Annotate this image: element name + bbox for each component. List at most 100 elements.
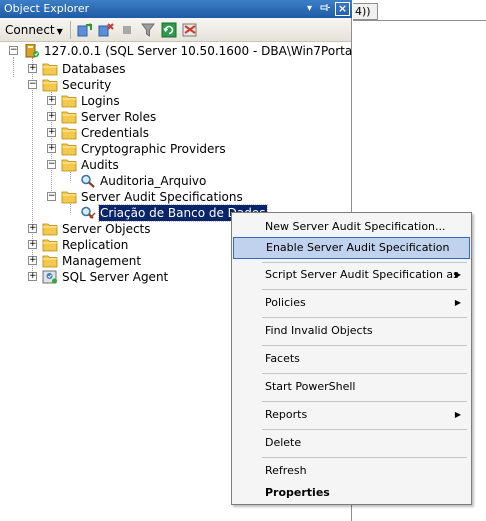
menu-item-label: Reports xyxy=(265,408,308,421)
document-tab[interactable]: 4)) xyxy=(353,3,378,20)
folder-icon xyxy=(61,142,77,156)
window-position-dropdown-icon[interactable]: ▾ xyxy=(303,2,316,16)
submenu-arrow-icon: ▶ xyxy=(454,270,461,279)
menu-separator xyxy=(262,317,467,318)
menu-item-enable-server-audit-specification[interactable]: Enable Server Audit Specification xyxy=(233,237,470,259)
menu-separator xyxy=(262,457,467,458)
folder-icon xyxy=(42,254,58,268)
expand-icon[interactable]: + xyxy=(47,96,56,105)
toolbar-separator xyxy=(69,20,71,39)
menu-item-label: Refresh xyxy=(265,464,307,477)
filter-icon[interactable] xyxy=(139,21,157,39)
tree-node-credentials[interactable]: + Credentials xyxy=(0,125,350,141)
expand-icon[interactable]: + xyxy=(47,144,56,153)
tree-node-label: Server Objects xyxy=(62,222,151,236)
folder-icon xyxy=(42,222,58,236)
expand-icon[interactable]: + xyxy=(47,112,56,121)
folder-icon xyxy=(42,78,58,92)
tree-node-label: Logins xyxy=(81,94,120,108)
menu-separator xyxy=(262,429,467,430)
menu-item-find-invalid-objects[interactable]: Find Invalid Objects xyxy=(233,320,470,342)
tree-node-label: SQL Server Agent xyxy=(62,270,169,284)
submenu-arrow-icon: ▶ xyxy=(454,410,461,419)
tree-node-label: Cryptographic Providers xyxy=(81,142,226,156)
connect-button[interactable]: Connect ▼ xyxy=(3,23,65,37)
menu-item-label: Policies xyxy=(265,296,306,309)
menu-separator xyxy=(262,401,467,402)
menu-item-refresh[interactable]: Refresh xyxy=(233,460,470,482)
folder-icon xyxy=(61,110,77,124)
object-explorer-title-bar: Object Explorer ▾ × xyxy=(0,0,352,18)
refresh-icon[interactable] xyxy=(160,21,178,39)
tree-node-label: Databases xyxy=(62,62,126,76)
start-powershell-icon[interactable] xyxy=(181,21,199,39)
panel-title: Object Explorer xyxy=(4,2,90,15)
tree-node-label: Security xyxy=(62,78,112,92)
auto-hide-pin-icon[interactable] xyxy=(319,2,332,16)
tree-node-label: Management xyxy=(62,254,142,268)
chevron-down-icon: ▼ xyxy=(56,26,63,36)
disconnect-icon[interactable] xyxy=(97,21,115,39)
menu-item-reports[interactable]: Reports ▶ xyxy=(233,404,470,426)
tree-node-label: Auditoria_Arquivo xyxy=(100,174,207,188)
tree-node-logins[interactable]: + Logins xyxy=(0,93,350,109)
menu-separator xyxy=(262,262,467,263)
audit-specification-icon xyxy=(80,206,96,220)
menu-separator xyxy=(262,345,467,346)
menu-item-label: Delete xyxy=(265,436,302,449)
menu-item-properties[interactable]: Properties xyxy=(233,482,470,504)
object-explorer-toolbar: Connect ▼ xyxy=(0,18,351,42)
menu-item-label: Find Invalid Objects xyxy=(265,324,373,337)
collapse-icon[interactable]: − xyxy=(47,160,56,169)
menu-separator xyxy=(262,373,467,374)
tree-node-audits[interactable]: − Audits xyxy=(0,157,350,173)
expand-icon[interactable]: + xyxy=(47,128,56,137)
menu-item-label: Script Server Audit Specification as xyxy=(265,268,459,281)
expand-icon[interactable]: + xyxy=(28,240,37,249)
menu-item-label: New Server Audit Specification... xyxy=(265,220,446,233)
menu-item-delete[interactable]: Delete xyxy=(233,432,470,454)
tree-node-label: Replication xyxy=(62,238,129,252)
connect-label: Connect xyxy=(5,22,55,37)
folder-icon xyxy=(42,62,58,76)
tree-node-auditoria-arquivo[interactable]: Auditoria_Arquivo xyxy=(0,173,350,189)
menu-item-label: Properties xyxy=(265,486,330,499)
document-tab-strip xyxy=(353,20,486,21)
stop-icon[interactable] xyxy=(118,21,136,39)
tree-node-security[interactable]: − Security xyxy=(0,77,350,93)
expand-icon[interactable]: + xyxy=(28,64,37,73)
audit-magnifier-icon xyxy=(80,174,96,188)
close-icon[interactable]: × xyxy=(335,2,350,16)
context-menu: New Server Audit Specification... Enable… xyxy=(231,212,472,505)
tree-node-server[interactable]: − 127.0.0.1 (SQL Server 10.50.1600 - DBA… xyxy=(0,43,375,59)
tree-node-databases[interactable]: + Databases xyxy=(0,61,350,77)
collapse-icon[interactable]: − xyxy=(9,46,18,55)
menu-item-label: Enable Server Audit Specification xyxy=(266,241,450,254)
document-tab-label: 4)) xyxy=(355,5,371,18)
menu-item-script-server-audit-specification-as[interactable]: Script Server Audit Specification as ▶ xyxy=(233,264,470,286)
submenu-arrow-icon: ▶ xyxy=(454,298,461,307)
expand-icon[interactable]: + xyxy=(28,224,37,233)
folder-icon xyxy=(42,238,58,252)
menu-item-label: Start PowerShell xyxy=(265,380,356,393)
tree-node-server-roles[interactable]: + Server Roles xyxy=(0,109,350,125)
menu-item-label: Facets xyxy=(265,352,300,365)
menu-item-facets[interactable]: Facets xyxy=(233,348,470,370)
connect-object-explorer-icon[interactable] xyxy=(76,21,94,39)
collapse-icon[interactable]: − xyxy=(47,192,56,201)
expand-icon[interactable]: + xyxy=(28,256,37,265)
tree-node-label: Credentials xyxy=(81,126,150,140)
tree-node-cryptographic-providers[interactable]: + Cryptographic Providers xyxy=(0,141,350,157)
server-icon xyxy=(24,43,40,58)
collapse-icon[interactable]: − xyxy=(28,80,37,89)
expand-icon[interactable]: + xyxy=(28,272,37,281)
title-buttons: ▾ × xyxy=(303,0,350,18)
menu-item-start-powershell[interactable]: Start PowerShell xyxy=(233,376,470,398)
sql-agent-icon xyxy=(42,270,58,284)
menu-item-new-server-audit-specification[interactable]: New Server Audit Specification... xyxy=(233,216,470,238)
folder-icon xyxy=(61,94,77,108)
folder-icon xyxy=(61,158,77,172)
tree-node-label: Audits xyxy=(81,158,119,172)
tree-node-server-audit-specifications[interactable]: − Server Audit Specifications xyxy=(0,189,350,205)
menu-item-policies[interactable]: Policies ▶ xyxy=(233,292,470,314)
